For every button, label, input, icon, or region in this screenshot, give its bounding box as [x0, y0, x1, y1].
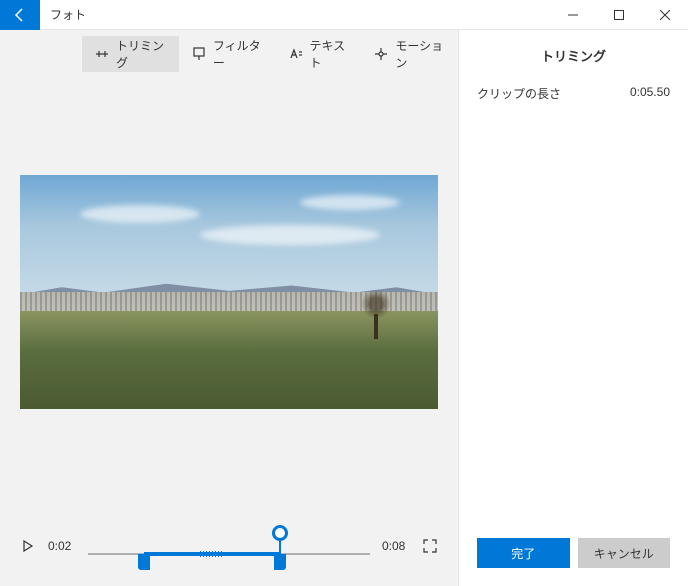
app-title: フォト: [40, 6, 550, 23]
total-time: 0:08: [382, 539, 410, 553]
clip-length-row: クリップの長さ 0:05.50: [459, 85, 688, 102]
timeline-ticks: [200, 549, 222, 559]
minimize-button[interactable]: [550, 0, 596, 30]
playhead[interactable]: [272, 525, 288, 541]
play-icon: [22, 540, 34, 552]
close-icon: [660, 10, 670, 20]
fullscreen-icon: [423, 539, 437, 553]
preview-area: [0, 78, 458, 506]
clip-length-label: クリップの長さ: [477, 85, 561, 102]
done-button[interactable]: 完了: [477, 538, 570, 568]
current-time: 0:02: [48, 539, 76, 553]
play-button[interactable]: [20, 538, 36, 554]
timeline-area: 0:02 0:08: [0, 506, 458, 586]
motion-icon: [373, 46, 389, 62]
filter-icon: [191, 46, 207, 62]
trim-start-handle[interactable]: [138, 554, 150, 570]
tab-label: トリミング: [116, 37, 167, 71]
arrow-left-icon: [12, 7, 28, 23]
tab-filter[interactable]: フィルター: [179, 36, 276, 72]
tab-label: フィルター: [213, 37, 264, 71]
maximize-button[interactable]: [596, 0, 642, 30]
cancel-button[interactable]: キャンセル: [578, 538, 671, 568]
panel-actions: 完了 キャンセル: [459, 520, 688, 586]
fullscreen-button[interactable]: [422, 538, 438, 554]
panel-title: トリミング: [459, 30, 688, 85]
titlebar: フォト: [0, 0, 688, 30]
minimize-icon: [568, 10, 578, 20]
video-preview[interactable]: [20, 175, 438, 409]
close-button[interactable]: [642, 0, 688, 30]
tab-label: モーション: [395, 37, 446, 71]
properties-panel: トリミング クリップの長さ 0:05.50 完了 キャンセル: [458, 30, 688, 586]
text-icon: [288, 46, 304, 62]
clip-length-value: 0:05.50: [630, 85, 670, 102]
tab-motion[interactable]: モーション: [361, 36, 458, 72]
maximize-icon: [614, 10, 624, 20]
tab-text[interactable]: テキスト: [276, 36, 362, 72]
back-button[interactable]: [0, 0, 40, 30]
tool-tabs: トリミング フィルター テキスト モーション: [0, 30, 458, 78]
tab-label: テキスト: [310, 37, 350, 71]
timeline[interactable]: [88, 521, 370, 571]
trimming-icon: [94, 46, 110, 62]
window-controls: [550, 0, 688, 30]
editor-pane: トリミング フィルター テキスト モーション: [0, 30, 458, 586]
tab-trimming[interactable]: トリミング: [82, 36, 179, 72]
